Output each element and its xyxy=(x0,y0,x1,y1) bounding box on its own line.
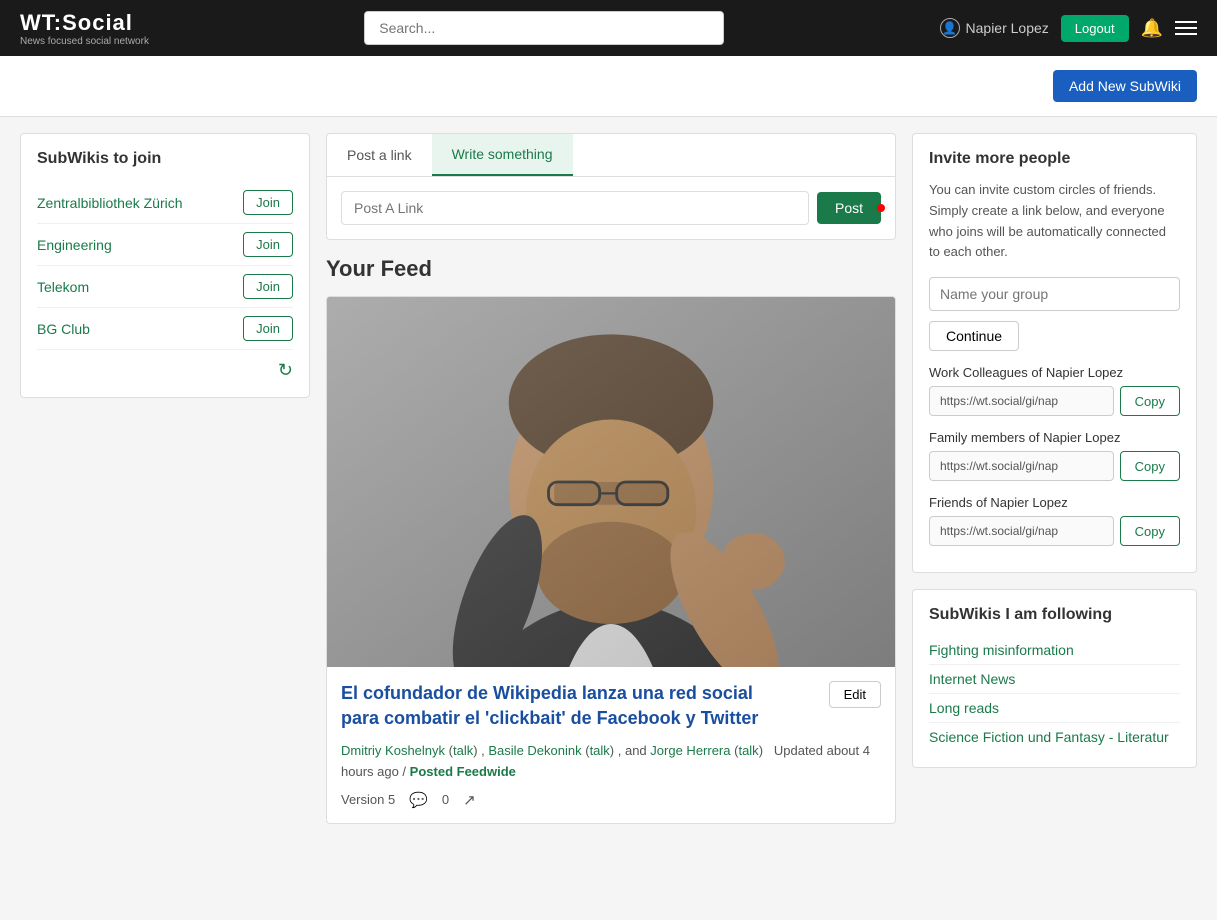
family-members-link-row: Copy xyxy=(929,451,1180,481)
feed-article-image xyxy=(327,297,895,667)
feed-card-image xyxy=(327,297,895,667)
logo: WT:Social News focused social network xyxy=(20,10,149,47)
invite-link-family: Family members of Napier Lopez Copy xyxy=(929,430,1180,481)
user-name: Napier Lopez xyxy=(966,20,1049,36)
subwiki-name-telekom[interactable]: Telekom xyxy=(37,279,89,295)
user-avatar-icon: 👤 xyxy=(940,18,960,38)
header: WT:Social News focused social network 👤 … xyxy=(0,0,1217,56)
author2-link[interactable]: Basile Dekonink xyxy=(488,743,581,758)
post-link-input[interactable] xyxy=(341,191,809,225)
invite-link-work: Work Colleagues of Napier Lopez Copy xyxy=(929,365,1180,416)
feed-card-meta: Dmitriy Koshelnyk (talk) , Basile Dekoni… xyxy=(341,741,881,783)
invite-panel-title: Invite more people xyxy=(929,150,1180,168)
header-right: 👤 Napier Lopez Logout 🔔 xyxy=(940,15,1197,42)
logout-button[interactable]: Logout xyxy=(1061,15,1129,42)
hamburger-menu-icon[interactable] xyxy=(1175,21,1197,35)
subwiki-name-bgclub[interactable]: BG Club xyxy=(37,321,90,337)
author2-talk-link[interactable]: talk xyxy=(590,743,610,758)
author3-link[interactable]: Jorge Herrera xyxy=(650,743,730,758)
list-item: BG Club Join xyxy=(37,308,293,350)
main-content: Post a link Write something Post Your Fe… xyxy=(326,133,896,824)
logo-title: WT:Social xyxy=(20,10,149,36)
add-new-subwiki-button[interactable]: Add New SubWiki xyxy=(1053,70,1197,102)
subwikis-to-join-title: SubWikis to join xyxy=(37,150,293,168)
join-engineering-button[interactable]: Join xyxy=(243,232,293,257)
friends-label: Friends of Napier Lopez xyxy=(929,495,1180,510)
author1-link[interactable]: Dmitriy Koshelnyk xyxy=(341,743,445,758)
invite-panel: Invite more people You can invite custom… xyxy=(912,133,1197,573)
join-bgclub-button[interactable]: Join xyxy=(243,316,293,341)
list-item: Engineering Join xyxy=(37,224,293,266)
following-item-long-reads[interactable]: Long reads xyxy=(929,694,1180,723)
subwikis-following-panel: SubWikis I am following Fighting misinfo… xyxy=(912,589,1197,768)
post-link-area: Post xyxy=(327,177,895,239)
tab-write-something[interactable]: Write something xyxy=(432,134,573,176)
friends-url[interactable] xyxy=(929,516,1114,546)
feed-card-footer: Version 5 💬 0 ↗ xyxy=(341,791,881,809)
feed-card: El cofundador de Wikipedia lanza una red… xyxy=(326,296,896,824)
following-item-internet-news[interactable]: Internet News xyxy=(929,665,1180,694)
sidebar-left: SubWikis to join Zentralbibliothek Züric… xyxy=(20,133,310,824)
tab-post-link[interactable]: Post a link xyxy=(327,134,432,176)
following-item-science-fiction[interactable]: Science Fiction und Fantasy - Literatur xyxy=(929,723,1180,751)
group-name-input[interactable] xyxy=(929,277,1180,311)
subwiki-name-engineering[interactable]: Engineering xyxy=(37,237,112,253)
copy-family-button[interactable]: Copy xyxy=(1120,451,1180,481)
family-members-url[interactable] xyxy=(929,451,1114,481)
following-item-fighting-misinformation[interactable]: Fighting misinformation xyxy=(929,636,1180,665)
comment-count: 0 xyxy=(442,792,449,807)
version-label: Version 5 xyxy=(341,792,395,807)
red-dot-indicator xyxy=(877,204,885,212)
list-item: Zentralbibliothek Zürich Join xyxy=(37,182,293,224)
posted-feedwide-link[interactable]: Posted Feedwide xyxy=(410,764,516,779)
tab-header: Post a link Write something xyxy=(327,134,895,177)
subwikis-following-title: SubWikis I am following xyxy=(929,606,1180,624)
notification-bell-icon[interactable]: 🔔 xyxy=(1141,18,1163,39)
sub-header: Add New SubWiki xyxy=(0,56,1217,117)
feed-card-header-row: El cofundador de Wikipedia lanza una red… xyxy=(341,681,881,731)
friends-link-row: Copy xyxy=(929,516,1180,546)
work-colleagues-link-row: Copy xyxy=(929,386,1180,416)
search-area xyxy=(364,11,724,45)
invite-description: You can invite custom circles of friends… xyxy=(929,180,1180,263)
comment-icon[interactable]: 💬 xyxy=(409,791,428,809)
refresh-icon[interactable]: ↻ xyxy=(37,360,293,381)
subwiki-name-zentralbibliothek[interactable]: Zentralbibliothek Zürich xyxy=(37,195,183,211)
invite-link-friends: Friends of Napier Lopez Copy xyxy=(929,495,1180,546)
copy-work-button[interactable]: Copy xyxy=(1120,386,1180,416)
copy-friends-button[interactable]: Copy xyxy=(1120,516,1180,546)
list-item: Telekom Join xyxy=(37,266,293,308)
post-tabs-panel: Post a link Write something Post xyxy=(326,133,896,240)
and-text: and xyxy=(625,743,647,758)
author1-talk-link[interactable]: talk xyxy=(453,743,473,758)
work-colleagues-url[interactable] xyxy=(929,386,1114,416)
author3-talk-link[interactable]: talk xyxy=(738,743,758,758)
logo-subtitle: News focused social network xyxy=(20,36,149,47)
sidebar-right: Invite more people You can invite custom… xyxy=(912,133,1197,824)
join-telekom-button[interactable]: Join xyxy=(243,274,293,299)
share-icon[interactable]: ↗ xyxy=(463,791,476,809)
continue-button[interactable]: Continue xyxy=(929,321,1019,351)
post-button[interactable]: Post xyxy=(817,192,881,224)
main-layout: SubWikis to join Zentralbibliothek Züric… xyxy=(0,117,1217,840)
user-info: 👤 Napier Lopez xyxy=(940,18,1049,38)
family-members-label: Family members of Napier Lopez xyxy=(929,430,1180,445)
work-colleagues-label: Work Colleagues of Napier Lopez xyxy=(929,365,1180,380)
edit-button[interactable]: Edit xyxy=(829,681,881,708)
your-feed-title: Your Feed xyxy=(326,256,896,282)
subwikis-to-join-panel: SubWikis to join Zentralbibliothek Züric… xyxy=(20,133,310,398)
search-input[interactable] xyxy=(364,11,724,45)
feed-card-body: El cofundador de Wikipedia lanza una red… xyxy=(327,667,895,823)
join-zentralbibliothek-button[interactable]: Join xyxy=(243,190,293,215)
feed-card-title[interactable]: El cofundador de Wikipedia lanza una red… xyxy=(341,681,761,731)
